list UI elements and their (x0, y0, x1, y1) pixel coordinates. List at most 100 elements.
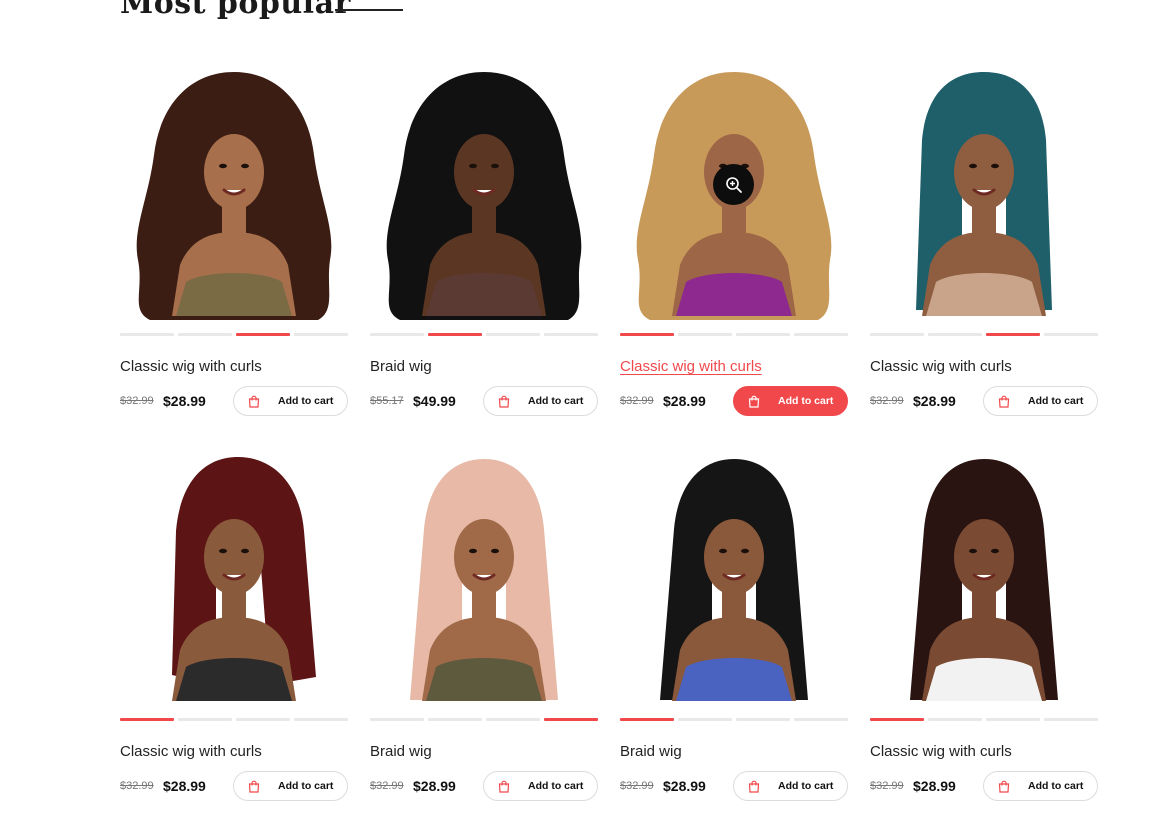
carousel-dot[interactable] (370, 333, 424, 336)
product-name[interactable]: Braid wig (620, 741, 848, 763)
shopping-bag-icon (998, 395, 1010, 408)
add-to-cart-button[interactable]: Add to cart (483, 386, 598, 416)
add-to-cart-label: Add to cart (778, 395, 834, 407)
carousel-dot[interactable] (678, 718, 732, 721)
shopping-bag-icon (748, 395, 760, 408)
carousel-dot[interactable] (428, 718, 482, 721)
carousel-dot[interactable] (794, 333, 848, 336)
add-to-cart-label: Add to cart (278, 780, 334, 792)
old-price: $32.99 (620, 395, 654, 407)
add-to-cart-button[interactable]: Add to cart (733, 771, 848, 801)
section-title: Most popular (120, 0, 351, 21)
carousel-dot[interactable] (294, 333, 348, 336)
carousel-dot[interactable] (486, 333, 540, 336)
carousel-dot[interactable] (544, 333, 598, 336)
product-card-5: Classic wig with curls $32.99 $28.99 Add… (120, 445, 348, 801)
carousel-dot[interactable] (1044, 333, 1098, 336)
carousel-dot[interactable] (294, 718, 348, 721)
carousel-dot[interactable] (1044, 718, 1098, 721)
product-name[interactable]: Braid wig (370, 356, 598, 378)
product-card-6: Braid wig $32.99 $28.99 Add to cart (370, 445, 598, 801)
carousel-dot[interactable] (120, 718, 174, 721)
product-image[interactable] (620, 60, 848, 320)
carousel-dot[interactable] (486, 718, 540, 721)
carousel-dot[interactable] (544, 718, 598, 721)
carousel-dot[interactable] (428, 333, 482, 336)
add-to-cart-label: Add to cart (278, 395, 334, 407)
old-price: $32.99 (620, 780, 654, 792)
carousel-dot[interactable] (928, 718, 982, 721)
carousel-dot[interactable] (870, 333, 924, 336)
add-to-cart-button[interactable]: Add to cart (733, 386, 848, 416)
product-card-2: Braid wig $55.17 $49.99 Add to cart (370, 60, 598, 416)
carousel-dot[interactable] (620, 333, 674, 336)
carousel-dot[interactable] (178, 718, 232, 721)
shopping-bag-icon (248, 395, 260, 408)
product-name[interactable]: Classic wig with curls (120, 356, 348, 378)
product-image[interactable] (870, 60, 1098, 320)
add-to-cart-label: Add to cart (528, 780, 584, 792)
current-price: $28.99 (413, 778, 456, 794)
price-row: $32.99 $28.99 Add to cart (620, 770, 848, 802)
image-carousel-indicator (370, 333, 598, 336)
product-name[interactable]: Classic wig with curls (120, 741, 348, 763)
shopping-bag-icon (498, 780, 510, 793)
shopping-bag-icon (998, 780, 1010, 793)
product-image[interactable] (870, 445, 1098, 705)
current-price: $49.99 (413, 393, 456, 409)
add-to-cart-button[interactable]: Add to cart (483, 771, 598, 801)
shopping-bag-icon (748, 780, 760, 793)
product-name[interactable]: Classic wig with curls (870, 356, 1098, 378)
carousel-dot[interactable] (236, 333, 290, 336)
old-price: $32.99 (870, 780, 904, 792)
add-to-cart-button[interactable]: Add to cart (233, 386, 348, 416)
carousel-dot[interactable] (986, 718, 1040, 721)
carousel-dot[interactable] (678, 333, 732, 336)
product-name[interactable]: Braid wig (370, 741, 598, 763)
product-card-7: Braid wig $32.99 $28.99 Add to cart (620, 445, 848, 801)
product-image[interactable] (370, 445, 598, 705)
image-carousel-indicator (620, 333, 848, 336)
current-price: $28.99 (913, 778, 956, 794)
add-to-cart-label: Add to cart (778, 780, 834, 792)
carousel-dot[interactable] (870, 718, 924, 721)
product-image[interactable] (620, 445, 848, 705)
product-name[interactable]: Classic wig with curls (620, 356, 848, 378)
old-price: $32.99 (120, 395, 154, 407)
current-price: $28.99 (663, 778, 706, 794)
title-rule (335, 9, 403, 11)
carousel-dot[interactable] (178, 333, 232, 336)
carousel-dot[interactable] (620, 718, 674, 721)
price-row: $32.99 $28.99 Add to cart (370, 770, 598, 802)
price-row: $32.99 $28.99 Add to cart (120, 770, 348, 802)
shopping-bag-icon (498, 395, 510, 408)
product-image[interactable] (120, 445, 348, 705)
carousel-dot[interactable] (794, 718, 848, 721)
carousel-dot[interactable] (736, 718, 790, 721)
add-to-cart-button[interactable]: Add to cart (983, 771, 1098, 801)
current-price: $28.99 (163, 393, 206, 409)
carousel-dot[interactable] (120, 333, 174, 336)
zoom-in-icon[interactable] (713, 164, 754, 205)
carousel-dot[interactable] (370, 718, 424, 721)
add-to-cart-button[interactable]: Add to cart (983, 386, 1098, 416)
carousel-dot[interactable] (986, 333, 1040, 336)
carousel-dot[interactable] (928, 333, 982, 336)
price-row: $32.99 $28.99 Add to cart (870, 385, 1098, 417)
shopping-bag-icon (248, 780, 260, 793)
carousel-dot[interactable] (736, 333, 790, 336)
image-carousel-indicator (870, 718, 1098, 721)
product-name[interactable]: Classic wig with curls (870, 741, 1098, 763)
price-row: $32.99 $28.99 Add to cart (620, 385, 848, 417)
product-image[interactable] (370, 60, 598, 320)
carousel-dot[interactable] (236, 718, 290, 721)
current-price: $28.99 (913, 393, 956, 409)
product-grid: Classic wig with curls $32.99 $28.99 Add… (120, 60, 1098, 801)
image-carousel-indicator (870, 333, 1098, 336)
product-image[interactable] (120, 60, 348, 320)
price-row: $55.17 $49.99 Add to cart (370, 385, 598, 417)
price-row: $32.99 $28.99 Add to cart (120, 385, 348, 417)
old-price: $55.17 (370, 395, 404, 407)
product-card-3: Classic wig with curls $32.99 $28.99 Add… (620, 60, 848, 416)
add-to-cart-button[interactable]: Add to cart (233, 771, 348, 801)
